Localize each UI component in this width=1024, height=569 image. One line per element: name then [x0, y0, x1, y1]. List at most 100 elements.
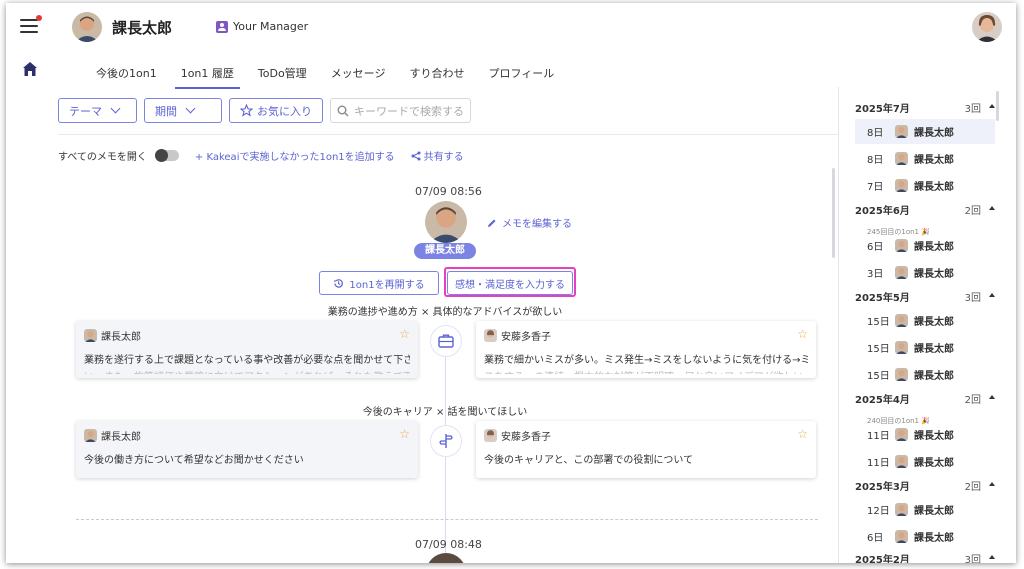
history-item[interactable]: 11日 課長太郎 [855, 449, 995, 474]
favorite-filter-button[interactable]: お気に入り [229, 98, 323, 123]
star-icon [240, 104, 253, 117]
open-all-memos-toggle[interactable] [154, 149, 179, 162]
tab-message[interactable]: メッセージ [319, 61, 398, 89]
tab-history[interactable]: 1on1 履歴 [169, 61, 246, 89]
user-header: 課長太郎 [72, 12, 172, 42]
history-item-day: 11日 [867, 431, 890, 442]
month-label: 2025年5月 [855, 293, 910, 304]
month-header[interactable]: 2025年2月 3回 [855, 551, 995, 563]
avatar [895, 266, 908, 279]
period-filter-label: 期間 [155, 104, 177, 118]
highlight-box [444, 267, 576, 297]
notification-dot [36, 15, 42, 21]
star-icon[interactable]: ☆ [797, 327, 808, 341]
card-text-more: い。また、施策評価や業務に向けてアクションがあれば、それも教えて下 [84, 368, 410, 374]
avatar [895, 125, 908, 138]
history-item-name: 課長太郎 [914, 458, 954, 469]
month-count: 3回 [964, 293, 981, 304]
chevron-down-icon [185, 103, 196, 114]
open-all-memos-label: すべてのメモを開く [58, 152, 147, 163]
history-item-day: 7日 [867, 182, 884, 193]
history-item[interactable]: 7日 課長太郎 [855, 173, 995, 198]
share-link[interactable]: 共有する [411, 148, 464, 163]
month-count: 2回 [964, 482, 981, 493]
home-icon[interactable] [22, 61, 38, 77]
month-count: 3回 [964, 555, 981, 563]
avatar [72, 12, 102, 42]
history-item[interactable]: 8日 課長太郎 [855, 146, 995, 171]
avatar [895, 341, 908, 354]
history-item[interactable]: 3日 課長太郎 [855, 260, 995, 285]
edit-memo-link[interactable]: メモを編集する [487, 215, 572, 230]
resume-1on1-button[interactable]: 1on1を再開する [319, 271, 439, 295]
tab-upcoming[interactable]: 今後の1on1 [84, 61, 169, 89]
history-item-name: 課長太郎 [914, 344, 954, 355]
avatar [895, 530, 908, 543]
tab-todo[interactable]: ToDo管理 [246, 61, 319, 89]
avatar [484, 429, 497, 442]
month-count: 2回 [964, 395, 981, 406]
history-item[interactable]: 12日 課長太郎 [855, 497, 995, 522]
card-text: 今後の働き方について希望などお聞かせください [84, 455, 304, 466]
history-item-name: 課長太郎 [914, 317, 954, 328]
history-item[interactable]: 6日 課長太郎 [855, 524, 995, 549]
month-label: 2025年6月 [855, 206, 910, 217]
history-item-name: 課長太郎 [914, 371, 954, 382]
avatar [895, 455, 908, 468]
star-icon[interactable]: ☆ [797, 427, 808, 441]
manager-badge-label: Your Manager [233, 20, 309, 33]
divider [58, 134, 838, 135]
tab-alignment[interactable]: すり合わせ [397, 61, 476, 89]
card-text: 業務で細かいミスが多い。ミス発生→ミスをしないように気を付ける→ミ [484, 355, 808, 366]
sidebar-scrollbar[interactable] [996, 91, 999, 121]
history-item-day: 3日 [867, 269, 884, 280]
star-icon[interactable]: ☆ [399, 427, 410, 441]
chevron-up-icon [989, 395, 995, 399]
period-filter-button[interactable]: 期間 [144, 98, 222, 123]
avatar [895, 503, 908, 516]
avatar [895, 152, 908, 165]
history-item-day: 15日 [867, 317, 890, 328]
history-item[interactable]: 15日 課長太郎 [855, 362, 995, 387]
history-item[interactable]: 15日 課長太郎 [855, 335, 995, 360]
chevron-up-icon [989, 555, 995, 559]
history-item[interactable]: 11日 課長太郎 [855, 422, 995, 447]
card-author: 課長太郎 [101, 432, 141, 443]
add-outside-1on1-link[interactable]: + Kakeaiで実施しなかった1on1を追加する [195, 148, 395, 163]
topic-title: 業務の進捗や進め方 × 具体的なアドバイスが欲しい [327, 307, 563, 318]
chevron-up-icon [989, 482, 995, 486]
main-scrollbar[interactable] [832, 168, 835, 258]
avatar [895, 428, 908, 441]
share-icon [411, 151, 421, 160]
star-icon[interactable]: ☆ [399, 327, 410, 341]
filter-bar: テーマ 期間 お気に入り キーワードで検索する [58, 98, 471, 123]
app-window: 課長太郎 Your Manager 今後の1on1 1on1 履歴 ToDo管理… [6, 3, 1016, 563]
history-item[interactable]: 6日 課長太郎 [855, 233, 995, 258]
month-header[interactable]: 2025年3月 2回 [855, 478, 995, 493]
month-header[interactable]: 2025年4月 2回 [855, 391, 995, 406]
history-item-day: 12日 [867, 506, 890, 517]
avatar [84, 329, 97, 342]
topic-card-right: 安藤多香子 ☆ 業務で細かいミスが多い。ミス発生→ミスをしないように気を付ける→… [476, 321, 816, 378]
history-item-day: 6日 [867, 242, 884, 253]
theme-filter-button[interactable]: テーマ [58, 98, 137, 123]
month-header[interactable]: 2025年5月 3回 [855, 289, 995, 304]
topic-card-right: 安藤多香子 ☆ 今後のキャリアと、この部署での役割について [476, 421, 816, 478]
history-item-name: 課長太郎 [914, 269, 954, 280]
history-item[interactable]: 8日 課長太郎 [855, 119, 995, 144]
avatar [426, 553, 466, 563]
history-item[interactable]: 15日 課長太郎 [855, 308, 995, 333]
chevron-up-icon [989, 104, 995, 108]
card-author: 安藤多香子 [501, 332, 551, 343]
card-text: 今後のキャリアと、この部署での役割について [484, 455, 694, 466]
edit-memo-label: メモを編集する [502, 219, 572, 230]
tab-profile[interactable]: プロフィール [476, 61, 566, 89]
menu-icon[interactable] [20, 15, 42, 33]
month-header[interactable]: 2025年7月 3回 [855, 100, 995, 115]
current-user-avatar[interactable] [972, 12, 1002, 42]
search-input[interactable]: キーワードで検索する [330, 98, 471, 123]
avatar [484, 329, 497, 342]
month-header[interactable]: 2025年6月 2回 [855, 202, 995, 217]
share-label: 共有する [423, 152, 464, 163]
history-item-day: 8日 [867, 155, 884, 166]
